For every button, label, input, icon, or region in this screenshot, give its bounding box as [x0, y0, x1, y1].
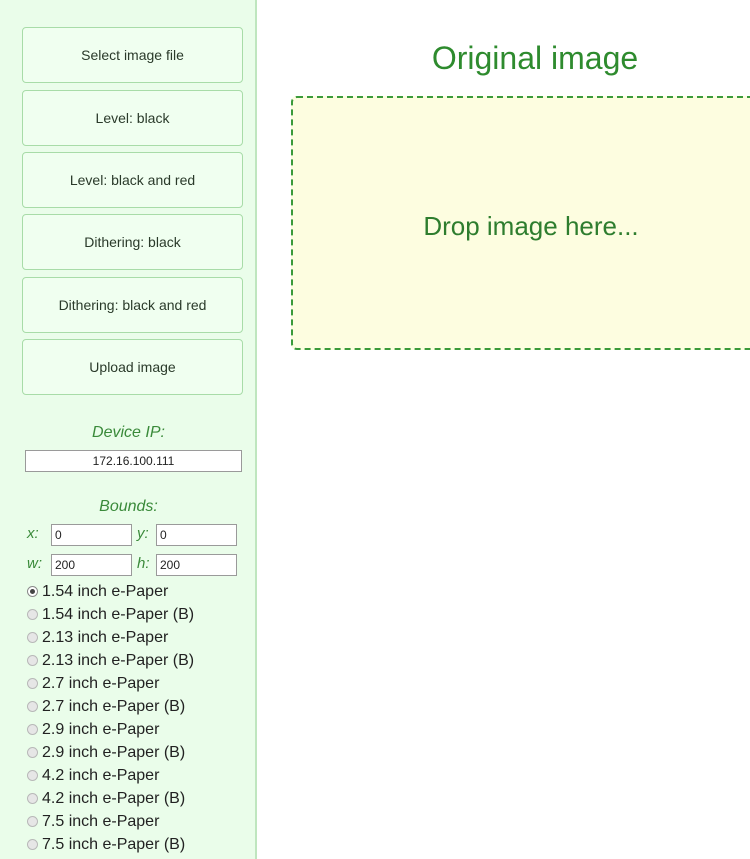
radio-row-display[interactable]: 2.7 inch e-Paper (B) [27, 695, 185, 718]
radio-button[interactable] [27, 678, 38, 689]
image-drop-zone[interactable]: Drop image here... [291, 96, 750, 350]
display-type-label: 2.7 inch e-Paper [42, 674, 160, 692]
dithering-black-red-button[interactable]: Dithering: black and red [22, 277, 243, 333]
radio-button[interactable] [27, 655, 38, 666]
drop-zone-text: Drop image here... [423, 211, 639, 241]
x-label: x: [27, 525, 39, 542]
level-black-red-button[interactable]: Level: black and red [22, 152, 243, 208]
radio-row-display[interactable]: 4.2 inch e-Paper (B) [27, 787, 185, 810]
radio-row-display[interactable]: 2.9 inch e-Paper (B) [27, 741, 185, 764]
radio-button[interactable] [27, 816, 38, 827]
radio-row-display[interactable]: 2.13 inch e-Paper [27, 626, 168, 649]
w-label: w: [27, 555, 42, 572]
radio-row-display[interactable]: 7.5 inch e-Paper [27, 810, 159, 833]
radio-button[interactable] [27, 839, 38, 850]
h-label: h: [137, 555, 150, 572]
radio-button[interactable] [27, 747, 38, 758]
sidebar: Select image file Level: black Level: bl… [0, 0, 257, 859]
display-type-label: 2.9 inch e-Paper (B) [42, 743, 186, 761]
dithering-black-button[interactable]: Dithering: black [22, 214, 243, 270]
radio-button[interactable] [27, 609, 38, 620]
display-type-label: 1.54 inch e-Paper (B) [42, 605, 195, 623]
device-ip-label: Device IP: [92, 424, 165, 441]
select-image-file-button[interactable]: Select image file [22, 27, 243, 83]
level-black-button[interactable]: Level: black [22, 90, 243, 146]
x-input[interactable] [51, 524, 132, 546]
radio-button[interactable] [27, 724, 38, 735]
display-type-label: 7.5 inch e-Paper [42, 812, 160, 830]
radio-button[interactable] [27, 632, 38, 643]
display-type-label: 2.13 inch e-Paper (B) [42, 651, 195, 669]
radio-button[interactable] [27, 586, 38, 597]
device-ip-input[interactable] [25, 450, 242, 472]
radio-row-display[interactable]: 1.54 inch e-Paper [27, 580, 168, 603]
radio-button[interactable] [27, 701, 38, 712]
upload-image-button[interactable]: Upload image [22, 339, 243, 395]
display-type-label: 4.2 inch e-Paper [42, 766, 160, 784]
display-type-label: 2.9 inch e-Paper [42, 720, 160, 738]
radio-row-display[interactable]: 2.13 inch e-Paper (B) [27, 649, 194, 672]
display-type-label: 7.5 inch e-Paper (B) [42, 835, 186, 853]
display-type-label: 1.54 inch e-Paper [42, 582, 169, 600]
page-title: Original image [431, 40, 639, 76]
y-label: y: [137, 525, 149, 542]
display-type-label: 2.7 inch e-Paper (B) [42, 697, 186, 715]
radio-row-display[interactable]: 7.5 inch e-Paper (B) [27, 833, 185, 856]
radio-row-display[interactable]: 2.7 inch e-Paper [27, 672, 159, 695]
w-input[interactable] [51, 554, 132, 576]
radio-row-display[interactable]: 1.54 inch e-Paper (B) [27, 603, 194, 626]
y-input[interactable] [156, 524, 237, 546]
bounds-label: Bounds: [99, 498, 158, 515]
display-type-label: 2.13 inch e-Paper [42, 628, 169, 646]
radio-row-display[interactable]: 2.9 inch e-Paper [27, 718, 159, 741]
radio-button[interactable] [27, 793, 38, 804]
radio-row-display[interactable]: 4.2 inch e-Paper [27, 764, 159, 787]
h-input[interactable] [156, 554, 237, 576]
radio-button[interactable] [27, 770, 38, 781]
display-type-label: 4.2 inch e-Paper (B) [42, 789, 186, 807]
